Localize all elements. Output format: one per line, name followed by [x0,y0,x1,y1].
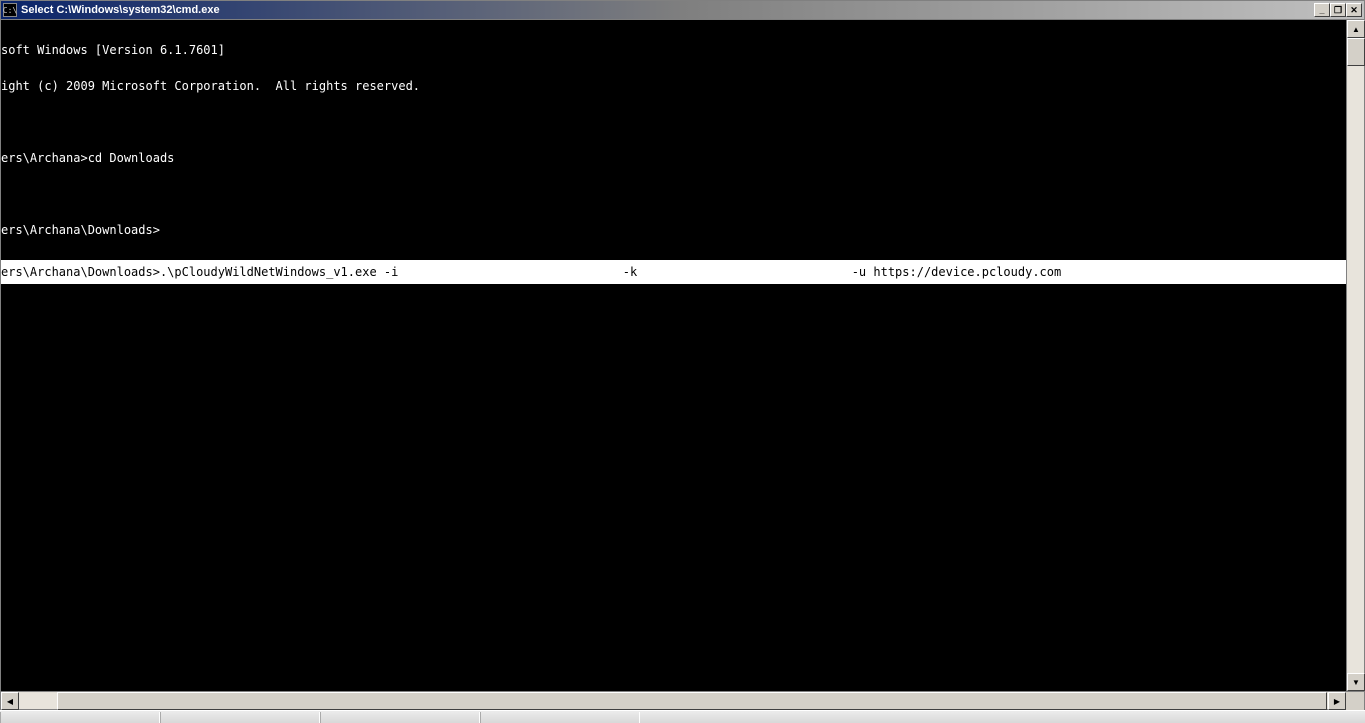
scroll-corner [1346,692,1364,710]
close-button[interactable]: ✕ [1346,3,1362,17]
vertical-scroll-thumb[interactable] [1347,38,1365,66]
maximize-button[interactable]: ❐ [1330,3,1346,17]
taskbar-item[interactable] [320,712,480,723]
horizontal-scroll-track[interactable] [19,692,1328,709]
console-output[interactable]: soft Windows [Version 6.1.7601] ight (c)… [1,20,1346,691]
taskbar-item[interactable] [160,712,320,723]
window-title: Select C:\Windows\system32\cmd.exe [21,4,220,16]
vertical-scroll-track[interactable] [1347,38,1364,673]
scroll-down-button[interactable]: ▼ [1347,673,1365,691]
cmd-icon: C:\ [3,3,17,17]
console-line: soft Windows [Version 6.1.7601] [1,44,1346,56]
console-line: ers\Archana>cd Downloads [1,152,1346,164]
console-line [1,116,1346,128]
redacted-i-value [406,266,616,278]
cmd-suffix: -u https://device.pcloudy.com [844,266,1061,278]
console-line: ers\Archana\Downloads> [1,224,1346,236]
client-area: soft Windows [Version 6.1.7601] ight (c)… [1,19,1364,691]
taskbar-item[interactable] [480,712,640,723]
taskbar[interactable] [0,710,1365,723]
redacted-k-value [644,266,844,278]
console-line: ight (c) 2009 Microsoft Corporation. All… [1,80,1346,92]
vertical-scrollbar[interactable]: ▲ ▼ [1346,20,1364,691]
console-selected-line[interactable]: ers\Archana\Downloads>.\pCloudyWildNetWi… [1,260,1346,284]
scroll-right-button[interactable]: ▶ [1328,692,1346,710]
taskbar-item[interactable] [0,712,160,723]
minimize-button[interactable]: _ [1314,3,1330,17]
scroll-left-button[interactable]: ◀ [1,692,19,710]
console-line [1,188,1346,200]
window-controls: _ ❐ ✕ [1314,3,1362,17]
cmd-window: C:\ Select C:\Windows\system32\cmd.exe _… [0,0,1365,710]
cmd-prefix: ers\Archana\Downloads>.\pCloudyWildNetWi… [1,266,406,278]
cmd-mid: -k [616,266,645,278]
horizontal-scrollbar[interactable]: ◀ ▶ [1,691,1364,709]
horizontal-scroll-thumb[interactable] [57,692,1327,710]
titlebar[interactable]: C:\ Select C:\Windows\system32\cmd.exe _… [1,1,1364,19]
scroll-up-button[interactable]: ▲ [1347,20,1365,38]
